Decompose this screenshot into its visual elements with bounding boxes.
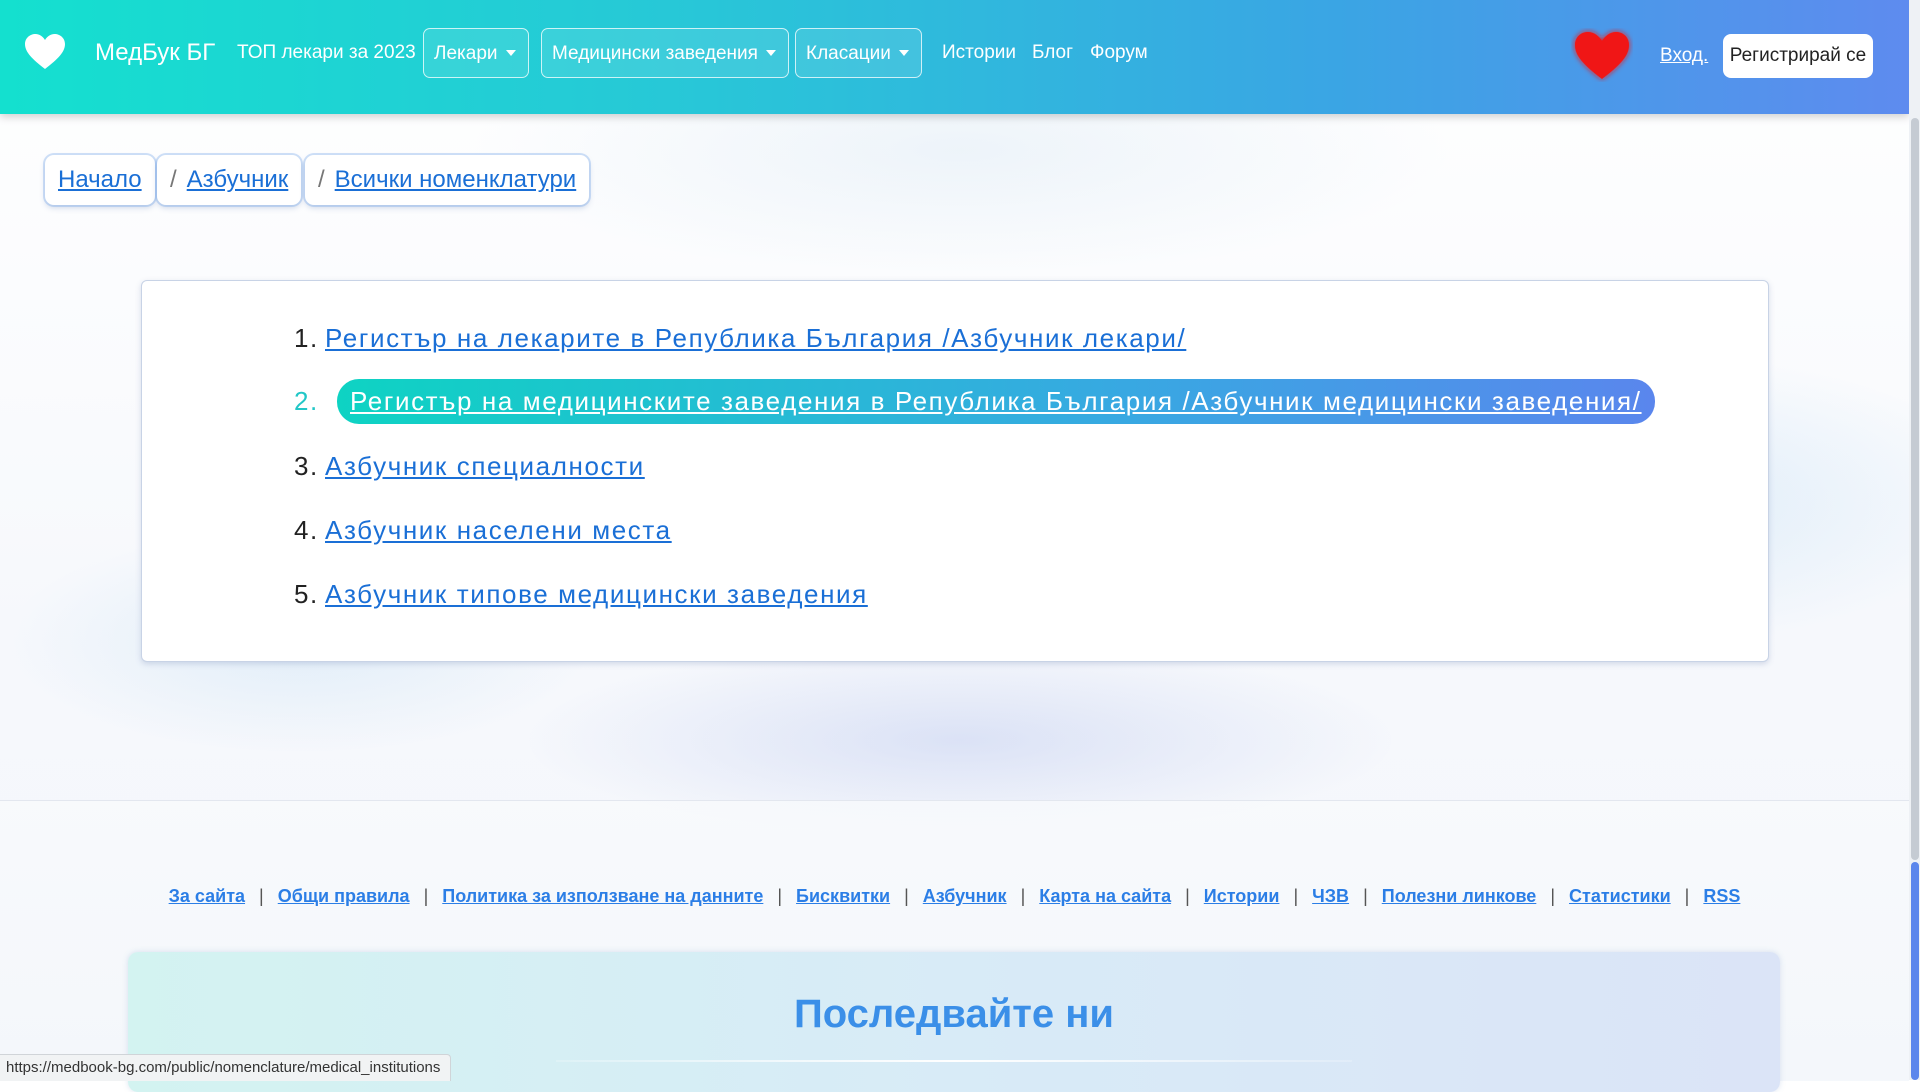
footer-link-useful-links[interactable]: Полезни линкове [1382, 886, 1537, 906]
list-item-number: 2. [294, 385, 319, 416]
top-doctors-link[interactable]: ТОП лекари за 2023 [237, 41, 416, 65]
nav-link-blog[interactable]: Блог [1032, 41, 1073, 65]
list-item-number: 4. [294, 514, 319, 545]
list-item-number: 3. [294, 450, 319, 481]
rankings-dropdown[interactable]: Класации [795, 28, 922, 78]
list-item-number: 5. [294, 578, 319, 609]
footer-link-statistics[interactable]: Статистики [1569, 886, 1671, 906]
list-item-number: 1. [294, 322, 319, 353]
heart-logo-icon[interactable] [24, 33, 66, 71]
caret-down-icon [765, 50, 776, 56]
breadcrumb-home-label: Начало [58, 166, 142, 193]
footer-separator: | [423, 886, 429, 906]
medical-institutions-dropdown[interactable]: Медицински заведения [541, 28, 789, 78]
doctors-dropdown[interactable]: Лекари [423, 28, 529, 78]
breadcrumb-item-alphabet[interactable]: / Азбучник [157, 155, 302, 205]
footer-separator: | [1293, 886, 1299, 906]
footer-link-alphabet[interactable]: Азбучник [923, 886, 1007, 906]
nomenclature-link-institution-types[interactable]: Азбучник типове медицински заведения [325, 579, 868, 610]
caret-down-icon [898, 50, 909, 56]
top-navbar: МедБук БГ ТОП лекари за 2023 Лекари Меди… [0, 0, 1909, 114]
breadcrumb-item-all-nomenclatures[interactable]: / Всички номенклатури [305, 155, 590, 205]
footer-link-about[interactable]: За сайта [169, 886, 245, 906]
nav-link-forum[interactable]: Форум [1090, 41, 1148, 65]
nomenclature-link-doctors[interactable]: Регистър на лекарите в Република Българи… [325, 323, 1186, 354]
nomenclature-link-medical-institutions[interactable]: Регистър на медицинските заведения в Реп… [350, 386, 1642, 417]
footer-separator: | [259, 886, 264, 906]
brand-name[interactable]: МедБук БГ [95, 38, 215, 68]
caret-down-icon [505, 50, 516, 56]
login-link[interactable]: Вход. [1660, 44, 1708, 68]
breadcrumb-separator: / [318, 166, 325, 193]
list-item: 3. Азбучник специалности [294, 443, 645, 489]
scrollbar-thumb-accent [1911, 862, 1919, 1080]
breadcrumb-item-home[interactable]: Начало [45, 155, 155, 205]
footer-separator: | [1185, 886, 1190, 906]
nav-link-stories[interactable]: Истории [942, 41, 1016, 65]
footer-link-stories[interactable]: Истории [1204, 886, 1280, 906]
rankings-dropdown-label: Класации [806, 42, 891, 64]
breadcrumb-all-nomenclatures-label: Всички номенклатури [334, 166, 577, 193]
footer-link-rss[interactable]: RSS [1703, 886, 1740, 906]
breadcrumb-alphabet-label: Азбучник [186, 166, 289, 193]
list-item: 5. Азбучник типове медицински заведения [294, 571, 868, 617]
footer-separator: | [1020, 886, 1026, 906]
register-button[interactable]: Регистрирай се [1723, 34, 1873, 78]
footer-separator: | [1550, 886, 1555, 906]
heart-icon[interactable] [1571, 28, 1633, 82]
divider [556, 1060, 1352, 1062]
footer-links: За сайта | Общи правила | Политика за използ… [0, 886, 1909, 907]
active-link-pill[interactable]: Регистър на медицинските заведения в Реп… [337, 378, 1655, 424]
footer-link-privacy[interactable]: Политика за използване на данните [442, 886, 763, 906]
footer-separator: | [1363, 886, 1368, 906]
list-item-active: 2. Регистър на медицинските заведения в … [294, 378, 1655, 424]
follow-us-title: Последвайте ни [793, 992, 1115, 1036]
footer-separator: | [777, 886, 783, 906]
footer-separator: | [904, 886, 909, 906]
footer-link-sitemap[interactable]: Карта на сайта [1039, 886, 1171, 906]
footer-link-terms[interactable]: Общи правила [278, 886, 410, 906]
browser-status-url: https://medbook-bg.com/public/nomenclatu… [0, 1054, 452, 1081]
footer-link-cookies[interactable]: Бисквитки [796, 886, 890, 906]
footer-link-faq[interactable]: ЧЗВ [1312, 886, 1349, 906]
scrollbar-thumb[interactable] [1911, 118, 1919, 860]
nomenclature-link-settlements[interactable]: Азбучник населени места [325, 515, 672, 546]
medical-institutions-dropdown-label: Медицински заведения [552, 42, 758, 64]
breadcrumb-separator: / [170, 166, 177, 193]
nomenclature-card: 1. Регистър на лекарите в Република Бълг… [141, 280, 1769, 662]
list-item: 4. Азбучник населени места [294, 507, 672, 553]
footer-separator: | [1684, 886, 1690, 906]
nomenclature-link-specialties[interactable]: Азбучник специалности [325, 451, 645, 482]
list-item: 1. Регистър на лекарите в Република Бълг… [294, 315, 1186, 361]
doctors-dropdown-label: Лекари [434, 42, 498, 64]
